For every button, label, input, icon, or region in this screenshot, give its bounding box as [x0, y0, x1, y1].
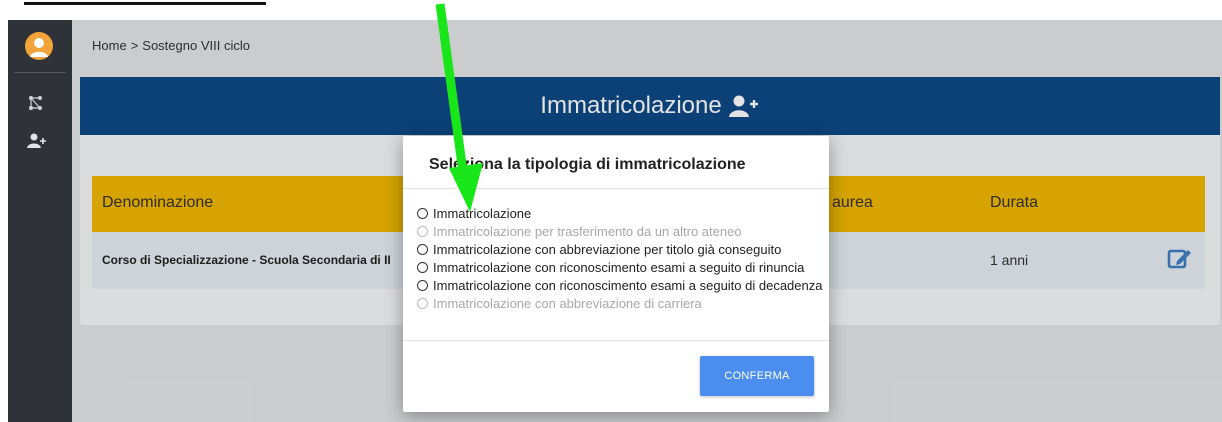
option-riconoscimento-rinuncia[interactable]: Immatricolazione con riconoscimento esam… [417, 258, 822, 276]
confirm-button[interactable]: CONFERMA [700, 356, 814, 396]
avatar-user-icon [30, 38, 48, 57]
radio-button[interactable] [417, 207, 428, 219]
sidebar [8, 20, 72, 422]
dialog-title: Seleziona la tipologia di immatricolazio… [429, 156, 746, 173]
avatar[interactable] [25, 32, 53, 60]
option-immatricolazione[interactable]: Immatricolazione [417, 204, 822, 222]
option-riconoscimento-decadenza[interactable]: Immatricolazione con riconoscimento esam… [417, 276, 822, 294]
network-icon[interactable] [26, 94, 48, 112]
dialog-footer-divider [403, 340, 829, 341]
radio-button[interactable] [417, 279, 428, 291]
radio-button[interactable] [417, 243, 428, 255]
enrollment-type-dialog: Seleziona la tipologia di immatricolazio… [403, 136, 829, 412]
option-abbreviazione-titolo[interactable]: Immatricolazione con abbreviazione per t… [417, 240, 822, 258]
enrollment-type-options: Immatricolazione Immatricolazione per tr… [417, 204, 822, 312]
radio-button[interactable] [417, 261, 428, 273]
option-abbreviazione-carriera: Immatricolazione con abbreviazione di ca… [417, 294, 822, 312]
dialog-divider [403, 188, 829, 189]
top-rule [24, 2, 266, 5]
option-label: Immatricolazione con riconoscimento esam… [433, 259, 805, 275]
radio-button [417, 297, 428, 309]
radio-button [417, 225, 428, 237]
user-plus-icon[interactable] [26, 132, 48, 150]
option-label: Immatricolazione con riconoscimento esam… [433, 277, 823, 293]
sidebar-divider [14, 72, 66, 73]
option-label: Immatricolazione con abbreviazione per t… [433, 241, 782, 257]
option-label: Immatricolazione per trasferimento da un… [433, 223, 742, 239]
option-label: Immatricolazione con abbreviazione di ca… [433, 295, 702, 311]
option-trasferimento: Immatricolazione per trasferimento da un… [417, 222, 822, 240]
option-label: Immatricolazione [433, 205, 532, 221]
